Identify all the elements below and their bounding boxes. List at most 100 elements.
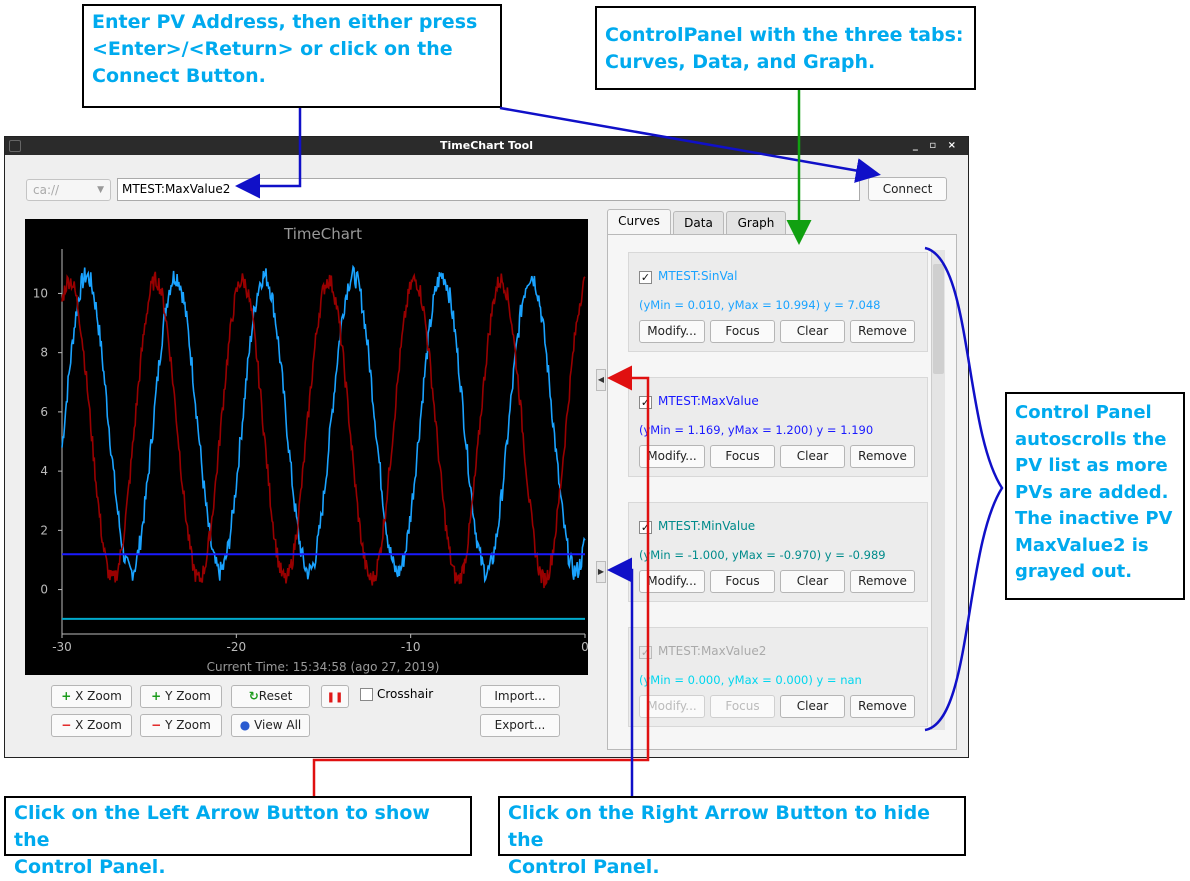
remove-button[interactable]: Remove [850,320,915,343]
y-zoom-in-label: Y Zoom [165,689,211,703]
y-tick-label: 4 [40,464,48,478]
left-arrow-button[interactable]: ◀ [596,369,606,391]
pause-icon: ❚❚ [326,692,344,703]
curve-name: MTEST:SinVal [658,269,738,283]
crosshair-label: Crosshair [377,687,434,701]
pause-button[interactable]: ❚❚ [321,685,349,708]
y-tick-label: 10 [33,286,48,300]
curve-name: MTEST:MaxValue [658,394,759,408]
reset-icon: ↻ [248,689,259,703]
chevron-down-icon: ▼ [97,185,104,195]
protocol-combo[interactable]: ca:// ▼ [26,179,111,201]
annotation-line: PV list as more [1015,455,1168,476]
connect-button[interactable]: Connect [868,177,947,201]
view-all-label: View All [254,718,302,732]
y-zoom-out-label: Y Zoom [165,718,211,732]
focus-button[interactable]: Focus [710,695,775,718]
curve-visible-checkbox[interactable]: ✓ [639,271,652,284]
focus-button[interactable]: Focus [710,320,775,343]
tab-data[interactable]: Data [673,211,724,235]
timechart-window: TimeChart Tool _ ▫ × ca:// ▼ MTEST:MaxVa… [4,136,969,758]
annotation-line: PVs are added. [1015,481,1169,503]
curve-stats: (yMin = 0.000, yMax = 0.000) y = nan [639,673,862,687]
modify-button[interactable]: Modify... [639,320,705,343]
annotation-line: Connect Button. [92,65,266,87]
title-bar: TimeChart Tool _ ▫ × [5,137,968,155]
modify-button[interactable]: Modify... [639,445,705,468]
annotation-right-arrow: Click on the Right Arrow Button to hide … [498,796,966,878]
curve-visible-checkbox[interactable]: ✓ [639,396,652,409]
x-zoom-out-label: X Zoom [75,718,122,732]
annotation-control-panel-tabs: ControlPanel with the three tabs: Curves… [595,6,976,90]
curves-list[interactable]: ✓ MTEST:SinVal (yMin = 0.010, yMax = 10.99… [623,244,948,732]
annotation-line: The inactive PV [1015,508,1173,529]
tab-curves[interactable]: Curves [607,209,671,235]
remove-button[interactable]: Remove [850,445,915,468]
y-zoom-in-button[interactable]: + Y Zoom [140,685,222,708]
clear-button[interactable]: Clear [780,445,845,468]
minus-icon: − [61,718,72,732]
annotation-line: Click on the Right Arrow Button to hide … [508,802,931,851]
annotation-line: Enter PV Address, then either press [92,11,478,33]
annotation-line: grayed out. [1015,561,1133,582]
clear-button[interactable]: Clear [780,570,845,593]
annotation-line: Curves, Data, and Graph. [605,51,876,73]
y-zoom-out-button[interactable]: − Y Zoom [140,714,222,737]
window-title: TimeChart Tool [440,139,533,152]
annotation-line: <Enter>/<Return> or click on the [92,38,453,60]
annotation-line: ControlPanel with the three tabs: [605,24,964,46]
annotation-line: MaxValue2 is [1015,534,1149,556]
curve-stats: (yMin = -1.000, yMax = -0.970) y = -0.98… [639,548,886,562]
remove-button[interactable]: Remove [850,570,915,593]
x-tick-label: -20 [227,640,247,654]
view-all-button[interactable]: ● View All [231,714,310,737]
timechart-plot[interactable]: TimeChart 0 2 4 6 8 10 -30 -20 -10 0 Current Time… [25,219,588,675]
x-zoom-out-button[interactable]: − X Zoom [51,714,132,737]
remove-button[interactable]: Remove [850,695,915,718]
annotation-autoscroll: Control Panel autoscrolls the PV list as… [1005,392,1185,600]
curve-card: ✓ MTEST:MaxValue (yMin = 1.169, yMax = 1.2… [628,377,928,477]
annotation-line: Control Panel. [508,856,660,878]
plus-icon: + [151,689,162,703]
curves-scrollbar[interactable] [931,250,945,730]
focus-button[interactable]: Focus [710,445,775,468]
export-button[interactable]: Export... [480,714,560,737]
protocol-value: ca:// [33,183,60,197]
curve-card: ✓ MTEST:SinVal (yMin = 0.010, yMax = 10.99… [628,252,928,352]
globe-icon: ● [239,718,251,732]
reset-button[interactable]: ↻Reset [231,685,310,708]
chart-current-time: Current Time: 15:34:58 (ago 27, 2019) [207,660,440,674]
annotation-line: Click on the Left Arrow Button to show t… [14,802,430,851]
tab-graph[interactable]: Graph [726,211,786,235]
annotation-pv-address: Enter PV Address, then either press <Ent… [82,4,502,108]
curve-visible-checkbox[interactable]: ✓ [639,521,652,534]
x-tick-label: -10 [401,640,421,654]
modify-button[interactable]: Modify... [639,695,705,718]
x-tick-label: -30 [52,640,72,654]
scrollbar-thumb[interactable] [933,264,944,374]
clear-button[interactable]: Clear [780,695,845,718]
reset-label: Reset [258,689,293,703]
curve-name: MTEST:MaxValue2 [658,644,767,658]
clear-button[interactable]: Clear [780,320,845,343]
crosshair-checkbox[interactable] [360,688,373,701]
app-icon [9,140,21,152]
chart-series [61,264,586,620]
annotation-line: Control Panel. [14,856,166,878]
import-button[interactable]: Import... [480,685,560,708]
focus-button[interactable]: Focus [710,570,775,593]
x-zoom-in-button[interactable]: + X Zoom [51,685,132,708]
curve-visible-checkbox[interactable]: ✓ [639,646,652,659]
series-line [61,264,586,584]
modify-button[interactable]: Modify... [639,570,705,593]
chart-title: TimeChart [283,225,362,243]
minus-icon: − [151,718,162,732]
y-tick-label: 6 [40,405,48,419]
right-arrow-button[interactable]: ▶ [596,561,606,583]
annotation-line: Control Panel [1015,402,1152,423]
y-tick-label: 0 [40,583,48,597]
window-controls[interactable]: _ ▫ × [913,137,960,155]
pv-address-input[interactable]: MTEST:MaxValue2 [117,178,860,201]
x-tick-label: 0 [581,640,588,654]
annotation-left-arrow: Click on the Left Arrow Button to show t… [4,796,472,878]
